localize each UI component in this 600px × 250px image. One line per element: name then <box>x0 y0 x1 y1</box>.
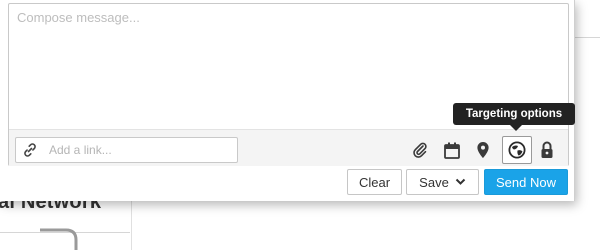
link-field[interactable] <box>15 137 238 163</box>
send-now-button[interactable]: Send Now <box>484 169 568 195</box>
link-icon <box>22 142 38 163</box>
attachment-icon <box>413 142 427 158</box>
targeting-icon <box>508 141 526 159</box>
composer-toolbar <box>9 129 568 166</box>
targeting-tooltip: Targeting options <box>453 103 575 125</box>
save-button[interactable]: Save <box>406 169 479 195</box>
message-box <box>8 3 569 166</box>
attach-button[interactable] <box>408 138 432 162</box>
targeting-button[interactable] <box>502 136 532 164</box>
schedule-button[interactable] <box>440 138 464 162</box>
clear-button[interactable]: Clear <box>347 169 402 195</box>
privacy-button[interactable] <box>535 138 559 162</box>
chevron-down-icon <box>455 178 466 186</box>
location-pin-icon <box>477 142 489 158</box>
background-connector-arrow <box>40 228 78 250</box>
link-input[interactable] <box>49 141 229 159</box>
calendar-icon <box>444 142 460 159</box>
location-button[interactable] <box>471 138 495 162</box>
tooltip-arrow <box>510 125 522 131</box>
clear-button-label: Clear <box>358 174 391 190</box>
lock-icon <box>541 141 553 158</box>
send-now-button-label: Send Now <box>496 174 556 190</box>
save-button-label: Save <box>419 174 449 190</box>
message-composer: Clear Save Send Now <box>0 0 575 201</box>
